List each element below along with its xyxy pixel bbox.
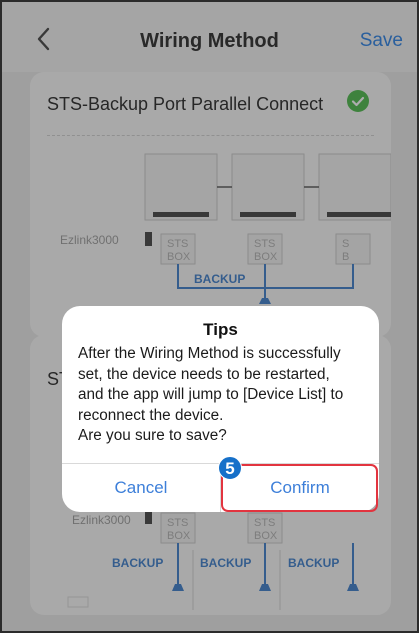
message-line: and the app will jump to [Device List] t… — [78, 386, 344, 404]
step-number-badge: 5 — [218, 456, 242, 480]
message-line: Are you sure to save? — [78, 427, 227, 445]
confirm-highlight-frame — [221, 464, 378, 512]
message-line: set, the device needs to be restarted, — [78, 365, 330, 383]
dialog-title: Tips — [203, 320, 238, 339]
dialog-message: After the Wiring Method is successfully … — [78, 344, 365, 447]
message-line: reconnect the device. — [78, 406, 224, 424]
cancel-button[interactable]: Cancel — [62, 464, 220, 512]
message-line: After the Wiring Method is successfully — [78, 345, 341, 362]
app-screen: Wiring Method Save STS-Backup Port Paral… — [0, 0, 419, 633]
